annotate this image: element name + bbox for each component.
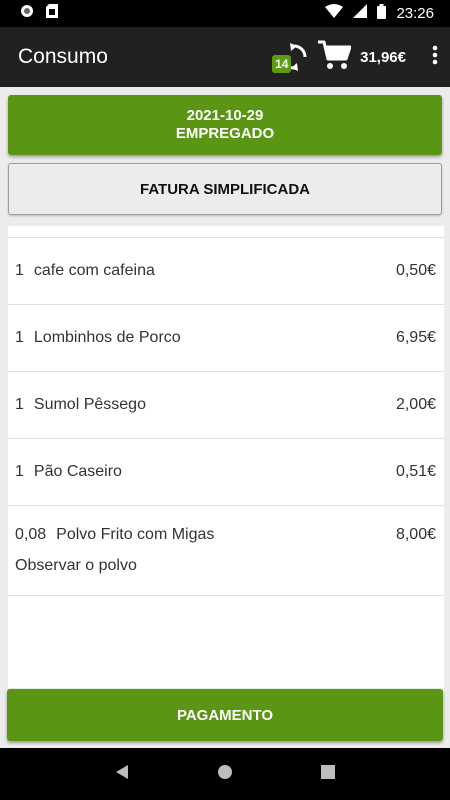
battery-icon <box>377 3 387 24</box>
list-item[interactable]: 0,08 Polvo Frito com Migas 8,00€ Observa… <box>8 506 444 596</box>
cart-button[interactable] <box>314 35 354 79</box>
item-price: 0,51€ <box>395 463 436 480</box>
sim-card-icon <box>46 4 58 23</box>
app-bar: Consumo 14 31,96€ <box>0 27 450 87</box>
item-name: Polvo Frito com Migas <box>56 526 215 543</box>
item-price: 8,00€ <box>395 526 436 543</box>
item-note: Observar o polvo <box>15 557 137 574</box>
circle-notification-icon <box>20 4 34 23</box>
status-time: 23:26 <box>396 5 434 22</box>
list-item[interactable]: 1 Sumol Pêssego 2,00€ <box>8 372 444 439</box>
item-qty: 1 <box>15 396 24 413</box>
list-divider <box>8 226 444 238</box>
item-name: Sumol Pêssego <box>33 396 146 413</box>
signal-icon <box>353 4 368 23</box>
item-name: cafe com cafeina <box>33 262 155 279</box>
home-icon[interactable] <box>217 764 233 785</box>
item-qty: 0,08 <box>15 526 47 543</box>
invoice-type-label: FATURA SIMPLIFICADA <box>140 180 310 198</box>
order-date: 2021-10-29 <box>186 107 264 124</box>
more-vert-icon <box>432 45 438 70</box>
payment-button[interactable]: PAGAMENTO <box>7 689 443 741</box>
item-price: 0,50€ <box>395 262 436 279</box>
sync-count-badge: 14 <box>272 55 292 73</box>
invoice-type-button[interactable]: FATURA SIMPLIFICADA <box>8 163 442 215</box>
status-bar: 23:26 <box>0 0 450 27</box>
payment-label: PAGAMENTO <box>176 706 274 724</box>
page-title: Consumo <box>18 45 108 68</box>
list-item[interactable]: 1 Pão Caseiro 0,51€ <box>8 439 444 506</box>
recents-icon[interactable] <box>321 764 335 784</box>
item-name: Lombinhos de Porco <box>33 329 181 346</box>
item-price: 2,00€ <box>395 396 436 413</box>
system-nav-bar <box>0 748 450 800</box>
cart-icon <box>317 39 352 76</box>
item-qty: 1 <box>15 262 24 279</box>
item-price: 6,95€ <box>395 329 436 346</box>
item-name: Pão Caseiro <box>33 463 122 480</box>
list-item[interactable]: 1 Lombinhos de Porco 6,95€ <box>8 305 444 372</box>
back-icon[interactable] <box>115 764 129 785</box>
list-item[interactable]: 1 cafe com cafeina 0,50€ <box>8 238 444 305</box>
overflow-menu-button[interactable] <box>420 35 450 79</box>
items-list: 1 cafe com cafeina 0,50€ 1 Lombinhos de … <box>8 226 444 688</box>
date-employee-button[interactable]: 2021-10-29 EMPREGADO <box>8 95 442 155</box>
item-qty: 1 <box>15 329 24 346</box>
wifi-icon <box>325 4 344 23</box>
item-qty: 1 <box>15 463 24 480</box>
sync-button[interactable]: 14 <box>270 35 310 79</box>
employee-label: EMPREGADO <box>175 125 275 142</box>
cart-total: 31,96€ <box>360 48 406 66</box>
